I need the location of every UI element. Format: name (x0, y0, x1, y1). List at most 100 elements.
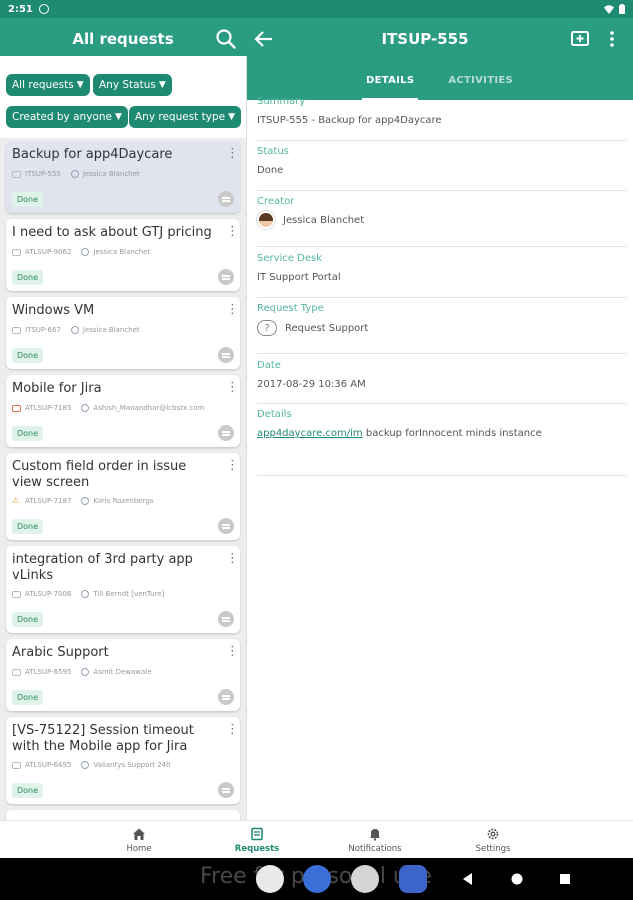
nav-label: Requests (234, 843, 280, 854)
request-card[interactable]: Backup for app4Daycare ⋮ ITSUP-555 Jessi… (6, 141, 240, 213)
home-nav-icon[interactable] (509, 871, 525, 887)
request-card[interactable]: integration of 3rd party app vLinks ⋮ AT… (6, 546, 240, 633)
field-value: ITSUP-555 - Backup for app4Daycare (257, 115, 627, 126)
request-card[interactable]: Arabic Support ⋮ ATLSUP-6595 Asmit Dewaw… (6, 639, 240, 711)
comment-icon (218, 269, 234, 285)
card-more-icon[interactable]: ⋮ (226, 381, 239, 397)
card-more-icon[interactable]: ⋮ (226, 147, 239, 163)
request-meta: ⚠ ATLSUP-7187 Kiiris Rozenbergs (12, 495, 153, 507)
field-label: Creator (257, 196, 295, 207)
avatar (257, 211, 275, 229)
recents-nav-icon[interactable] (557, 871, 573, 887)
nav-requests[interactable]: Requests (212, 821, 302, 859)
ticket-icon (12, 668, 21, 676)
request-meta: ATLSUP-7006 Till Berndt [venTure] (12, 588, 164, 600)
request-card[interactable]: Windows VM ⋮ ITSUP-667 Jessica Blanchet … (6, 297, 240, 369)
request-person: Jessica Blanchet (82, 326, 140, 334)
comment-icon (218, 191, 234, 207)
chevron-down-icon: ▼ (158, 80, 166, 90)
card-more-icon[interactable]: ⋮ (226, 459, 239, 475)
ticket-icon (12, 248, 21, 256)
divider (257, 297, 627, 298)
summary-field: Summary ITSUP-555 - Backup for app4Dayca… (257, 96, 627, 126)
filter-chip-label: Any Status (99, 79, 156, 91)
back-button[interactable] (252, 27, 276, 51)
android-app-icon[interactable] (351, 865, 379, 893)
comment-icon (218, 518, 234, 534)
status-badge: Done (12, 192, 44, 207)
system-navigation-bar: Free for personal use (0, 858, 633, 900)
list-title: All requests (72, 30, 174, 48)
request-key: ITSUP-555 (25, 170, 61, 178)
card-more-icon[interactable]: ⋮ (226, 303, 239, 319)
nav-settings[interactable]: Settings (448, 821, 538, 859)
field-value: 2017-08-29 10:36 AM (257, 379, 627, 390)
request-person: Till Berndt [venTure] (93, 590, 165, 598)
field-label: Summary (257, 96, 306, 107)
tab-details[interactable]: DETAILS (362, 60, 419, 100)
request-key: ATLSUP-7187 (25, 497, 72, 505)
app-icon[interactable] (303, 865, 331, 893)
nav-notifications[interactable]: Notifications (330, 821, 420, 859)
field-value: IT Support Portal (257, 272, 627, 283)
person-icon (70, 170, 79, 178)
request-title: [VS-75122] Session timeout with the Mobi… (12, 723, 194, 754)
search-button[interactable] (214, 27, 238, 51)
card-more-icon[interactable]: ⋮ (226, 552, 239, 568)
details-link[interactable]: app4daycare.com/im (257, 428, 363, 439)
bottom-navigation: Home Requests Notifications Settings (0, 820, 633, 858)
divider (257, 475, 627, 476)
person-icon (81, 497, 90, 505)
request-meta: ITSUP-667 Jessica Blanchet (12, 324, 140, 336)
field-value: app4daycare.com/im backup forInnocent mi… (257, 428, 627, 439)
person-icon (81, 668, 90, 676)
request-meta: ITSUP-555 Jessica Blanchet (12, 168, 140, 180)
request-title: integration of 3rd party app vLinks (12, 552, 193, 583)
filter-chip-request-type[interactable]: Any request type ▼ (129, 106, 242, 128)
card-more-icon[interactable]: ⋮ (226, 645, 239, 661)
summary-value: ITSUP-555 - Backup for app4Daycare (257, 115, 442, 126)
card-more-icon[interactable]: ⋮ (226, 723, 239, 739)
tab-activities[interactable]: ACTIVITIES (444, 60, 517, 100)
warning-icon: ⚠ (12, 496, 20, 505)
request-meta: ATLSUP-9062 Jessica Blanchet (12, 246, 150, 258)
more-vert-icon (610, 31, 614, 47)
details-field: Details app4daycare.com/im backup forInn… (257, 409, 627, 439)
request-card[interactable]: I need to ask about GTJ pricing ⋮ ATLSUP… (6, 219, 240, 291)
chevron-down-icon: ▼ (76, 80, 84, 90)
request-card[interactable]: [VS-75122] Session timeout with the Mobi… (6, 717, 240, 804)
card-more-icon[interactable]: ⋮ (226, 225, 239, 241)
more-options-button[interactable] (604, 27, 620, 51)
detail-tabs: DETAILS ACTIVITIES (246, 60, 633, 100)
request-card[interactable]: Custom field order in issue view screen … (6, 453, 240, 540)
person-icon (70, 326, 79, 334)
date-field: Date 2017-08-29 10:36 AM (257, 360, 627, 390)
chevron-down-icon: ▼ (228, 112, 236, 122)
request-meta: ATLSUP-6495 Valiantys Support 24h (12, 759, 171, 771)
request-title: Windows VM (12, 303, 95, 318)
comment-icon (218, 347, 234, 363)
filter-chip-creator[interactable]: Created by anyone ▼ (6, 106, 128, 128)
filter-chip-status[interactable]: Any Status ▼ (93, 74, 172, 96)
service-desk-value: IT Support Portal (257, 272, 341, 283)
chrome-app-icon[interactable] (256, 865, 284, 893)
back-nav-icon[interactable] (460, 871, 476, 887)
request-key: ATLSUP-6595 (25, 668, 72, 676)
filter-chip-queue[interactable]: All requests ▼ (6, 74, 90, 96)
files-app-icon[interactable] (399, 865, 427, 893)
add-comment-button[interactable] (568, 27, 592, 51)
field-label: Details (257, 409, 292, 420)
field-label: Service Desk (257, 253, 322, 264)
request-person: Asmit Dewawale (93, 668, 152, 676)
request-key: ITSUP-667 (25, 326, 61, 334)
request-type-field: Request Type ? Request Support (257, 303, 627, 336)
nav-home[interactable]: Home (94, 821, 184, 859)
battery-icon (619, 4, 625, 14)
request-key: ATLSUP-6495 (25, 761, 72, 769)
data-saver-icon (38, 4, 49, 14)
request-card[interactable] (6, 810, 240, 820)
request-card[interactable]: Mobile for Jira ⋮ ATLSUP-7185 Ashish_Man… (6, 375, 240, 447)
request-title: Arabic Support (12, 645, 109, 660)
request-title: Backup for app4Daycare (12, 147, 173, 162)
request-person: Ashish_Manandhar@lcbstx.com (93, 404, 205, 412)
